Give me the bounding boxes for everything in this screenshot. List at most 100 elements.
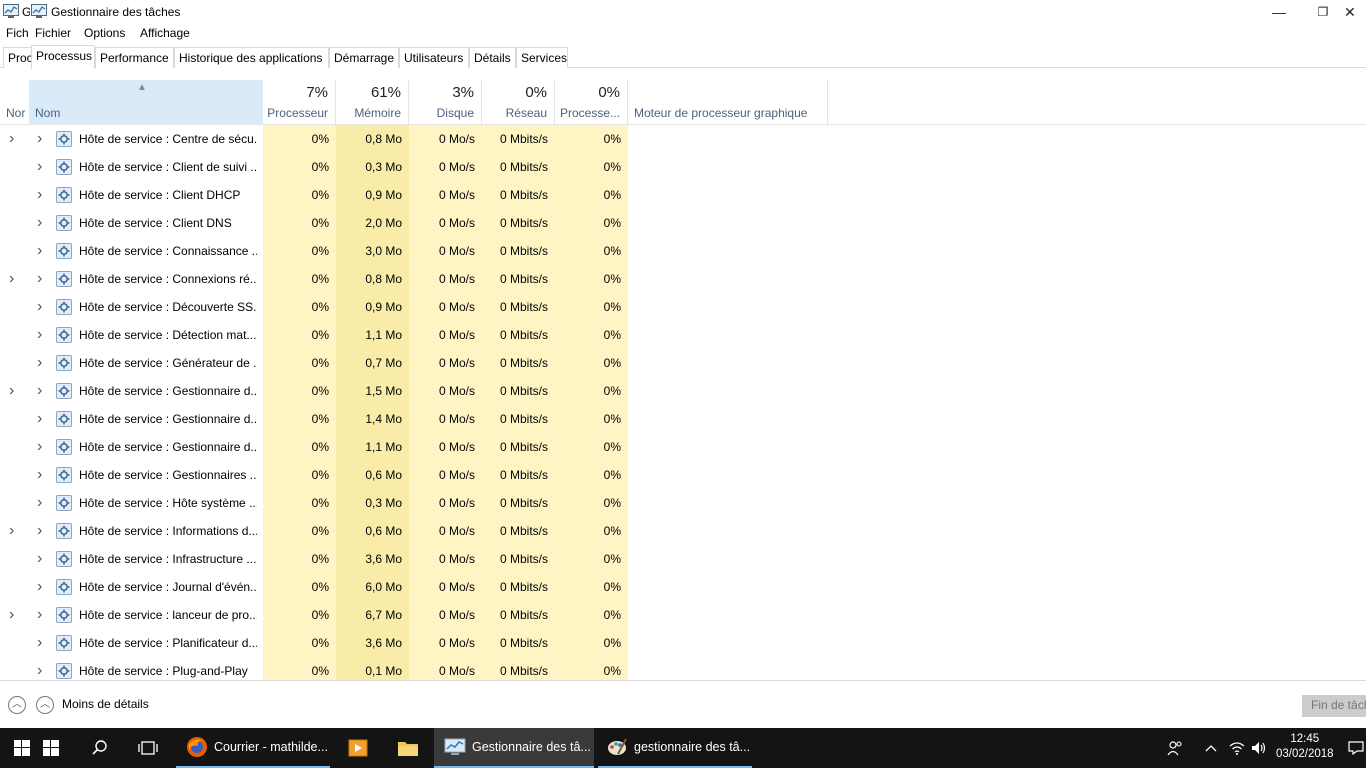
table-row[interactable]: › Hôte de service : Connaissance ... 0% 3,0… bbox=[0, 237, 1366, 265]
service-gear-icon bbox=[56, 663, 72, 679]
chevron-right-icon[interactable]: › bbox=[37, 601, 42, 629]
table-row[interactable]: › Hôte de service : Détection mat... 0% 1,1… bbox=[0, 321, 1366, 349]
media-player-button[interactable] bbox=[336, 728, 380, 768]
menu-bar: Fich Fichier Options Affichage bbox=[0, 24, 1366, 44]
table-row[interactable]: › Hôte de service : Infrastructure ... 0% 3… bbox=[0, 545, 1366, 573]
column-header-gpu-engine[interactable]: Moteur de processeur graphique bbox=[628, 80, 828, 125]
chevron-right-icon[interactable]: › bbox=[9, 377, 14, 405]
chevron-right-icon[interactable]: › bbox=[37, 433, 42, 461]
clock[interactable]: 12:45 03/02/2018 bbox=[1276, 732, 1334, 762]
chevron-right-icon[interactable]: › bbox=[9, 517, 14, 545]
tab-app-history[interactable]: Historique des applications bbox=[174, 47, 329, 68]
chevron-up-icon[interactable]: ︿ bbox=[36, 696, 54, 714]
chevron-right-icon[interactable]: › bbox=[37, 125, 42, 153]
gpu-cell: 0% bbox=[555, 209, 628, 237]
chevron-right-icon[interactable]: › bbox=[37, 293, 42, 321]
network-button[interactable] bbox=[1226, 728, 1248, 768]
tab-details[interactable]: Détails bbox=[469, 47, 516, 68]
search-button[interactable] bbox=[78, 728, 122, 768]
tab-startup[interactable]: Démarrage bbox=[329, 47, 399, 68]
tab-users[interactable]: Utilisateurs bbox=[399, 47, 469, 68]
disk-cell: 0 Mo/s bbox=[409, 321, 482, 349]
minimize-button[interactable]: — bbox=[1256, 0, 1302, 24]
taskbar-item-mail[interactable]: Courrier - mathilde... bbox=[176, 728, 330, 768]
gpu-cell: 0% bbox=[555, 377, 628, 405]
taskbar-item-label: Courrier - mathilde... bbox=[214, 740, 328, 754]
taskbar: Courrier - mathilde... Gestionnaire des … bbox=[0, 728, 1366, 768]
notifications-button[interactable] bbox=[1346, 728, 1366, 768]
file-explorer-button[interactable] bbox=[386, 728, 430, 768]
taskbar-item-task-manager[interactable]: Gestionnaire des tâ... bbox=[434, 728, 594, 768]
taskbar-item-paint[interactable]: gestionnaire des tâ... bbox=[598, 728, 752, 768]
memory-cell: 0,3 Mo bbox=[336, 153, 409, 181]
table-row[interactable]: › Hôte de service : Découverte SS... 0% 0,9… bbox=[0, 293, 1366, 321]
column-header-memory[interactable]: 61% Mémoire bbox=[336, 80, 409, 125]
table-row[interactable]: › Hôte de service : Hôte système ... 0% 0,3… bbox=[0, 489, 1366, 517]
table-row[interactable]: › Hôte de service : Gestionnaire d... 0% 1,… bbox=[0, 433, 1366, 461]
table-row[interactable]: › › Hôte de service : Connexions ré... 0% 0,… bbox=[0, 265, 1366, 293]
table-row[interactable]: › › Hôte de service : lanceur de pro... 0% 6… bbox=[0, 601, 1366, 629]
memory-total: 61% bbox=[370, 84, 401, 101]
chevron-right-icon[interactable]: › bbox=[37, 405, 42, 433]
chevron-right-icon[interactable]: › bbox=[37, 237, 42, 265]
service-gear-icon bbox=[56, 215, 72, 231]
table-row[interactable]: › Hôte de service : Journal d'évén... 0% 6,… bbox=[0, 573, 1366, 601]
table-row[interactable]: › › Hôte de service : Centre de sécu... 0% 0… bbox=[0, 125, 1366, 153]
volume-button[interactable] bbox=[1248, 728, 1270, 768]
chevron-right-icon[interactable]: › bbox=[9, 125, 14, 153]
table-row[interactable]: › Hôte de service : Client de suivi ... 0%… bbox=[0, 153, 1366, 181]
windows-icon-secondary[interactable] bbox=[28, 728, 74, 768]
chevron-right-icon[interactable]: › bbox=[37, 461, 42, 489]
service-gear-icon bbox=[56, 383, 72, 399]
table-row[interactable]: › Hôte de service : Générateur de ... 0% 0,… bbox=[0, 349, 1366, 377]
restore-button[interactable]: ❐ bbox=[1300, 0, 1346, 24]
disk-cell: 0 Mo/s bbox=[409, 545, 482, 573]
table-row[interactable]: › › Hôte de service : Gestionnaire d... 0% 1… bbox=[0, 377, 1366, 405]
tab-services[interactable]: Services bbox=[516, 47, 568, 68]
process-name: Hôte de service : Infrastructure ... bbox=[79, 552, 257, 566]
chevron-right-icon[interactable]: › bbox=[37, 153, 42, 181]
chevron-right-icon[interactable]: › bbox=[9, 601, 14, 629]
memory-cell: 0,8 Mo bbox=[336, 125, 409, 153]
column-header-cpu[interactable]: 7% Processeur bbox=[263, 80, 336, 125]
chevron-right-icon[interactable]: › bbox=[37, 181, 42, 209]
service-gear-icon bbox=[56, 355, 72, 371]
menu-file[interactable]: Fichier bbox=[35, 26, 71, 40]
chevron-right-icon[interactable]: › bbox=[37, 545, 42, 573]
table-row[interactable]: › Hôte de service : Planificateur d... 0% 3… bbox=[0, 629, 1366, 657]
chevron-right-icon[interactable]: › bbox=[37, 349, 42, 377]
people-button[interactable] bbox=[1162, 728, 1188, 768]
network-cell: 0 Mbits/s bbox=[482, 405, 555, 433]
chevron-right-icon[interactable]: › bbox=[37, 489, 42, 517]
menu-view[interactable]: Affichage bbox=[140, 26, 190, 40]
menu-options[interactable]: Options bbox=[84, 26, 125, 40]
close-button[interactable]: ✕ bbox=[1344, 0, 1366, 24]
chevron-right-icon[interactable]: › bbox=[37, 517, 42, 545]
column-header-gpu[interactable]: 0% Processe... bbox=[555, 80, 628, 125]
process-name: Hôte de service : Informations d... bbox=[79, 524, 257, 538]
disk-cell: 0 Mo/s bbox=[409, 181, 482, 209]
chevron-right-icon[interactable]: › bbox=[37, 377, 42, 405]
table-row[interactable]: › Hôte de service : Gestionnaires ... 0% 0,… bbox=[0, 461, 1366, 489]
chevron-right-icon[interactable]: › bbox=[9, 265, 14, 293]
tab-processes[interactable]: Processus bbox=[31, 45, 95, 69]
tab-performance[interactable]: Performance bbox=[95, 47, 174, 68]
column-header-network[interactable]: 0% Réseau bbox=[482, 80, 555, 125]
column-header-disk[interactable]: 3% Disque bbox=[409, 80, 482, 125]
table-row[interactable]: › Hôte de service : Client DHCP 0% 0,9 Mo 0 … bbox=[0, 181, 1366, 209]
table-row[interactable]: › › Hôte de service : Informations d... 0% 0… bbox=[0, 517, 1366, 545]
end-task-button[interactable]: Fin de tâche bbox=[1302, 695, 1366, 717]
chevron-right-icon[interactable]: › bbox=[37, 629, 42, 657]
chevron-up-icon[interactable]: ︿ bbox=[8, 696, 26, 714]
gpu-cell: 0% bbox=[555, 461, 628, 489]
chevron-right-icon[interactable]: › bbox=[37, 573, 42, 601]
show-hidden-icons-button[interactable] bbox=[1200, 728, 1222, 768]
less-details-button[interactable]: Moins de détails bbox=[62, 697, 149, 711]
chevron-right-icon[interactable]: › bbox=[37, 265, 42, 293]
chevron-right-icon[interactable]: › bbox=[37, 321, 42, 349]
chevron-right-icon[interactable]: › bbox=[37, 209, 42, 237]
table-row[interactable]: › Hôte de service : Client DNS 0% 2,0 Mo 0 M… bbox=[0, 209, 1366, 237]
memory-cell: 0,6 Mo bbox=[336, 517, 409, 545]
table-row[interactable]: › Hôte de service : Gestionnaire d... 0% 1,… bbox=[0, 405, 1366, 433]
task-view-button[interactable] bbox=[126, 728, 170, 768]
